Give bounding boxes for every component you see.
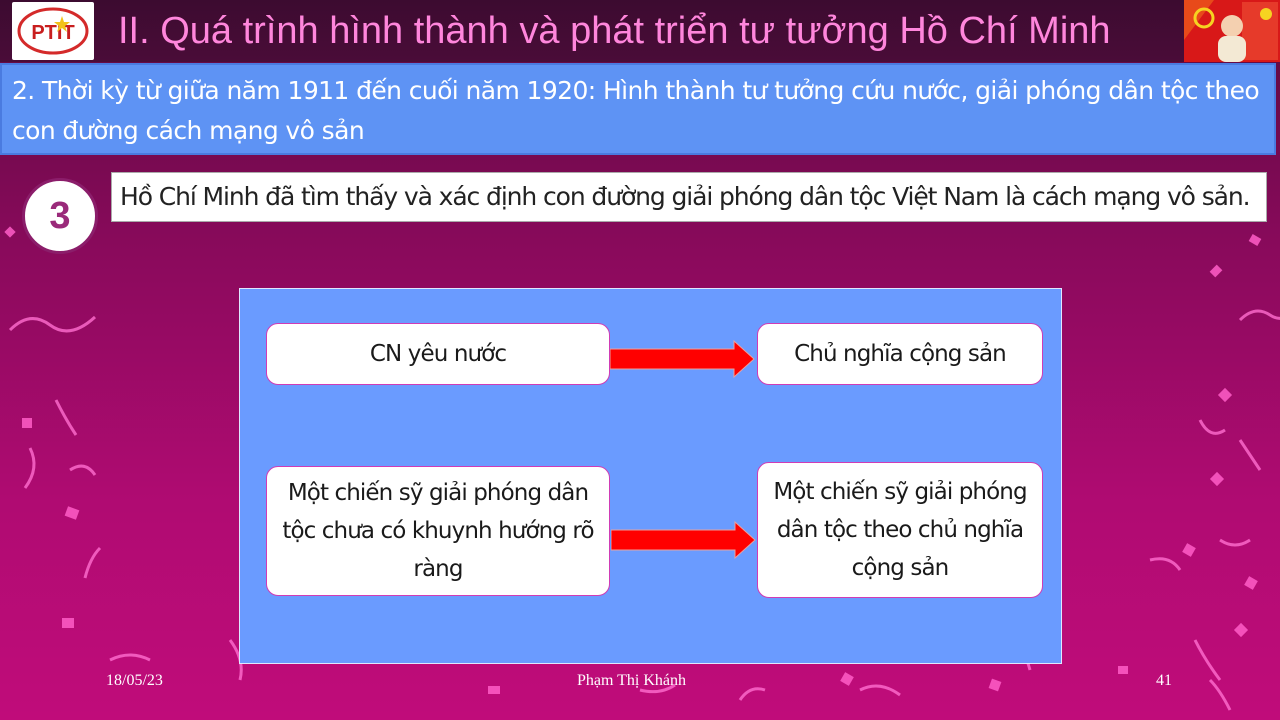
svg-text:PTIT: PTIT — [31, 22, 74, 44]
transformation-diagram: CN yêu nước Chủ nghĩa cộng sản Một chiến… — [239, 288, 1062, 664]
row1-from-label: CN yêu nước — [369, 341, 507, 367]
footer-page-number: 41 — [1156, 672, 1172, 689]
point-number-badge: 3 — [22, 178, 98, 254]
section-subtitle: 2. Thời kỳ từ giữa năm 1911 đến cuối năm… — [0, 63, 1276, 155]
row2-to-box: Một chiến sỹ giải phóng dân tộc theo chủ… — [757, 462, 1043, 598]
row1-arrow-icon — [610, 339, 755, 379]
ptit-logo: PTIT — [12, 2, 94, 60]
slide-title: II. Quá trình hình thành và phát triển t… — [118, 10, 1111, 52]
row2-arrow-icon — [611, 520, 756, 560]
row2-from-label: Một chiến sỹ giải phóng dân tộc chưa có … — [282, 480, 594, 582]
row1-from-box: CN yêu nước — [266, 323, 610, 385]
point-statement: Hồ Chí Minh đã tìm thấy và xác định con … — [111, 172, 1267, 222]
footer-author: Phạm Thị Khánh — [577, 672, 687, 689]
row1-to-label: Chủ nghĩa cộng sản — [794, 341, 1007, 367]
row2-from-box: Một chiến sỹ giải phóng dân tộc chưa có … — [266, 466, 610, 596]
row2-to-label: Một chiến sỹ giải phóng dân tộc theo chủ… — [773, 479, 1027, 581]
title-bar: PTIT II. Quá trình hình thành và phát tr… — [0, 0, 1280, 62]
footer-date: 18/05/23 — [106, 672, 163, 689]
row1-to-box: Chủ nghĩa cộng sản — [757, 323, 1043, 385]
portrait-image — [1184, 0, 1280, 62]
